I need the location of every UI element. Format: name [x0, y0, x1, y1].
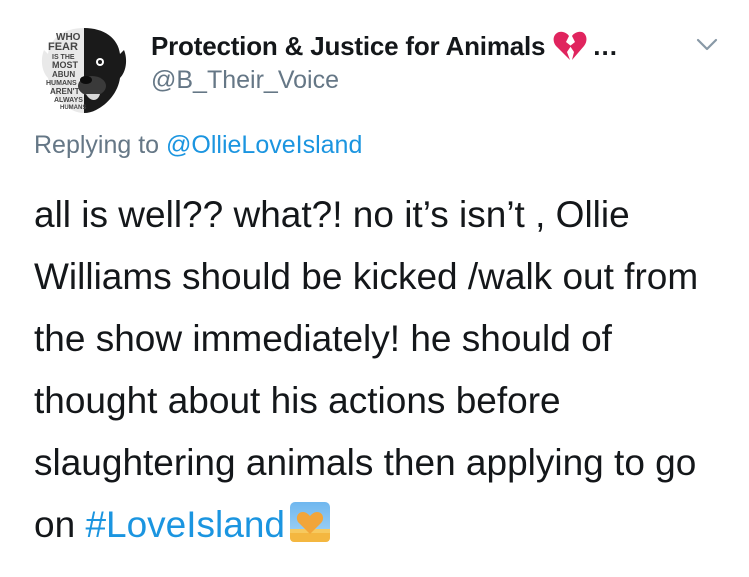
- avatar-image: WHO FEAR IS THE MOST ABUN HUMANS AREN'T …: [34, 20, 134, 120]
- avatar-text-line: MOST: [52, 60, 79, 70]
- author-display-name[interactable]: Protection & Justice for Animals: [151, 31, 545, 62]
- avatar[interactable]: WHO FEAR IS THE MOST ABUN HUMANS AREN'T …: [34, 20, 134, 120]
- avatar-text-line: FEAR: [48, 41, 78, 53]
- author-handle[interactable]: @B_Their_Voice: [151, 66, 339, 95]
- avatar-text-line: AREN'T: [50, 87, 80, 96]
- tweet-body: all is well?? what?! no it’s isn’t , Oll…: [34, 194, 699, 545]
- replying-to-prefix: Replying to: [34, 131, 167, 159]
- broken-heart-icon: [553, 31, 587, 61]
- avatar-text-line: HUMANS: [46, 80, 77, 87]
- hashtag-link[interactable]: #LoveIsland: [85, 504, 285, 545]
- author-name-row[interactable]: Protection & Justice for Animals ...: [151, 28, 618, 64]
- avatar-text-line: ALWAYS: [54, 97, 83, 104]
- avatar-text-line: ABUN: [52, 70, 75, 79]
- reply-mention-link[interactable]: @OllieLoveIsland: [166, 131, 362, 159]
- chevron-down-icon[interactable]: [696, 38, 718, 52]
- avatar-text-line: HUMANS: [60, 105, 86, 111]
- replying-to: Replying to @OllieLoveIsland: [34, 131, 362, 160]
- tweet: WHO FEAR IS THE MOST ABUN HUMANS AREN'T …: [0, 0, 749, 577]
- tweet-text: all is well?? what?! no it’s isn’t , Oll…: [34, 184, 734, 556]
- heart-on-sunset-icon: [289, 500, 331, 542]
- name-ellipsis: ...: [593, 30, 618, 61]
